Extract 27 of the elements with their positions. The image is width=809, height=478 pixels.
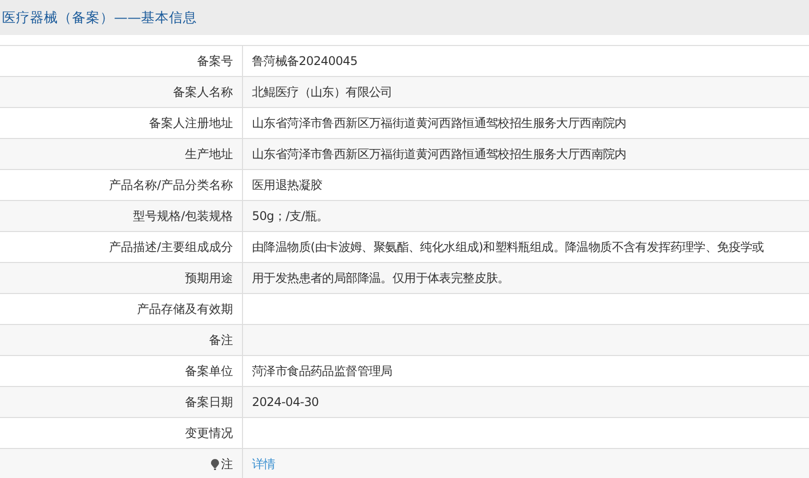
field-value: 由降温物质(由卡波姆、聚氨酯、纯化水组成)和塑料瓶组成。降温物质不含有发挥药理学、免疫学或 <box>252 238 764 256</box>
field-label: 备案人注册地址 <box>149 114 233 132</box>
field-label: 生产地址 <box>185 146 233 162</box>
field-value: 50g；/支/瓶。 <box>252 208 328 224</box>
field-value: 用于发热患者的局部降温。仅用于体表完整皮肤。 <box>252 270 510 286</box>
field-label: 产品存储及有效期 <box>137 300 233 318</box>
field-label: 产品名称/产品分类名称 <box>108 176 233 194</box>
field-label: 备注 <box>209 332 233 348</box>
field-value: 2024-04-30 <box>252 395 319 409</box>
field-label: 备案日期 <box>185 394 233 410</box>
pin-icon <box>211 458 219 470</box>
field-value: 北鲲医疗（山东）有限公司 <box>252 84 392 100</box>
field-value: 山东省菏泽市鲁西新区万福街道黄河西路恒通驾校招生服务大厅西南院内 <box>252 146 626 162</box>
field-value: 山东省菏泽市鲁西新区万福街道黄河西路恒通驾校招生服务大厅西南院内 <box>252 114 626 132</box>
page-title: 医疗器械（备案）——基本信息 <box>2 8 197 26</box>
field-label: 产品描述/主要组成成分 <box>108 238 233 256</box>
field-label: 备案单位 <box>185 362 233 380</box>
field-label: 预期用途 <box>185 270 233 286</box>
field-value: 鲁菏械备20240045 <box>252 52 358 70</box>
field-label: 注 <box>221 456 233 472</box>
field-label: 备案号 <box>197 52 233 70</box>
field-label: 备案人名称 <box>173 84 233 100</box>
details-link[interactable]: 详情 <box>252 456 276 472</box>
field-value: 医用退热凝胶 <box>252 176 322 194</box>
field-label: 型号规格/包装规格 <box>132 208 233 224</box>
field-label: 变更情况 <box>185 424 233 442</box>
field-value: 菏泽市食品药品监督管理局 <box>252 362 392 380</box>
